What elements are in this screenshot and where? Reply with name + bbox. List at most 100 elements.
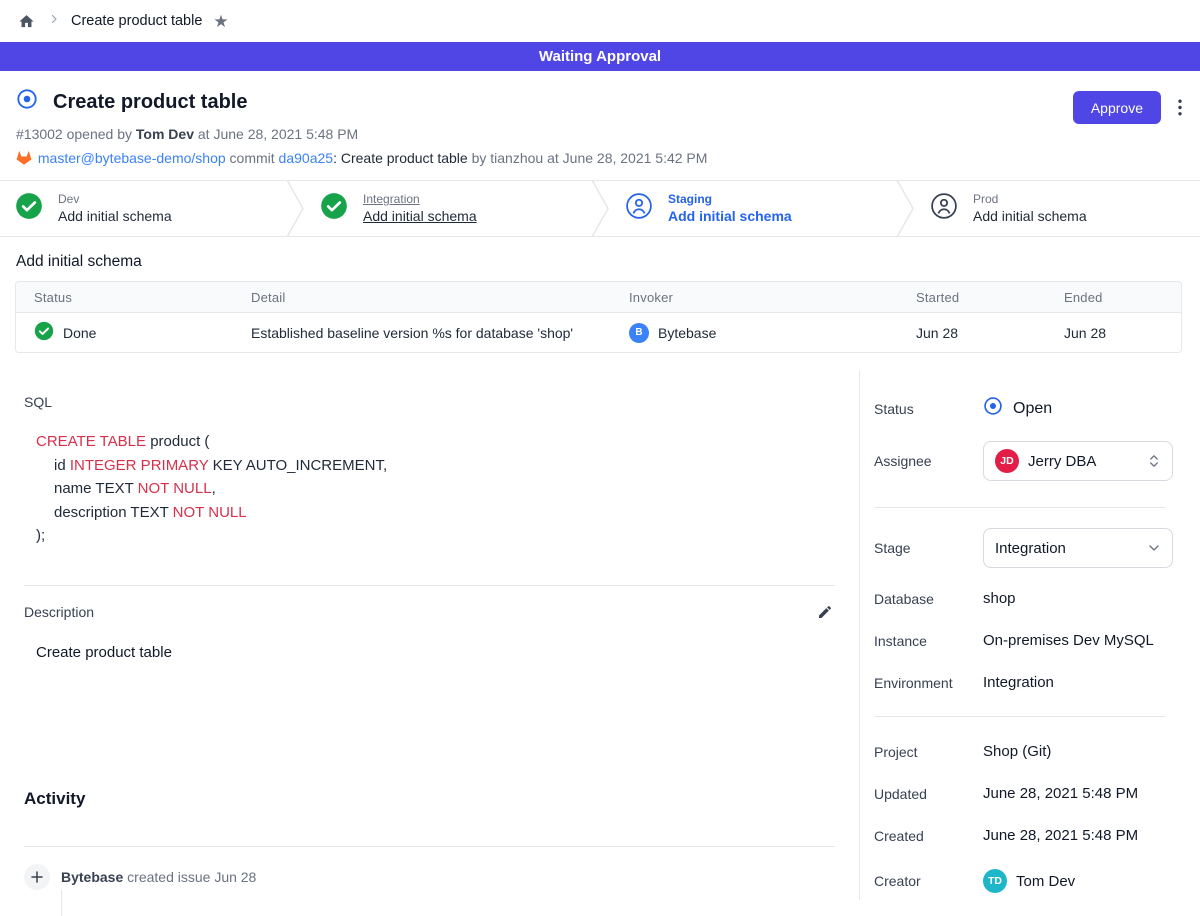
issue-meta: #13002 opened by Tom Dev at June 28, 202… [16,126,1184,142]
commit-colon: : [333,150,337,166]
status-value: Open [983,396,1052,421]
task-invoker-cell: B Bytebase [611,323,898,343]
assignee-name: Jerry DBA [1028,453,1096,470]
sql-token: KEY AUTO_INCREMENT, [208,457,387,474]
project-value: Shop (Git) [983,743,1051,760]
activity-timeline-line [61,890,62,916]
database-value: shop [983,590,1016,607]
check-circle-icon [320,192,348,225]
table-row[interactable]: Done Established baseline version %s for… [16,313,1181,352]
stage-env-label: Integration [363,192,477,206]
gitlab-icon [16,150,32,166]
project-label: Project [874,744,983,760]
commit-hash-link[interactable]: da90a25 [279,150,334,166]
home-icon[interactable] [16,11,37,32]
approve-button[interactable]: Approve [1073,91,1161,124]
sql-line: CREATE TABLE product ( [36,430,835,454]
column-header-ended: Ended [1046,290,1181,305]
description-section-label: Description [24,604,94,620]
creator-avatar: TD [983,869,1007,893]
task-started-cell: Jun 28 [898,325,1046,341]
environment-label: Environment [874,675,983,691]
stage-env-label: Staging [668,192,792,206]
user-circle-icon [930,192,958,225]
stage-dev[interactable]: Dev Add initial schema [0,181,285,236]
status-text: Open [1013,400,1052,418]
check-circle-icon [34,321,54,344]
status-label: Status [874,401,983,417]
sql-token: NOT NULL [138,480,212,497]
activity-action: created issue Jun 28 [123,869,256,885]
app-root: Create product table ★ Waiting Approval … [0,0,1200,900]
stage-separator [285,181,305,236]
sql-code-block: CREATE TABLE product ( id INTEGER PRIMAR… [36,430,835,548]
updated-value: June 28, 2021 5:48 PM [983,785,1138,802]
plus-icon [24,864,50,890]
sql-line: description TEXT NOT NULL [36,501,835,525]
chevron-right-icon [48,12,60,30]
activity-actor: Bytebase [61,869,123,885]
task-table-header: Status Detail Invoker Started Ended [16,282,1181,313]
edit-description-button[interactable] [815,602,835,622]
sql-token: id [54,457,70,474]
assignee-select[interactable]: JD Jerry DBA [983,441,1173,481]
page-title: Create product table [53,90,247,114]
sql-token: CREATE TABLE [36,433,146,450]
stage-select[interactable]: Integration [983,528,1173,568]
created-value: June 28, 2021 5:48 PM [983,827,1138,844]
pencil-icon [817,604,833,620]
task-ended-cell: Jun 28 [1046,325,1181,341]
assignee-label: Assignee [874,453,983,469]
branch-repo-link[interactable]: master@bytebase-demo/shop [38,150,226,166]
stage-task-label: Add initial schema [58,208,172,225]
task-detail-cell: Established baseline version %s for data… [233,325,611,341]
sql-section-label: SQL [24,394,835,410]
commit-hash-group: da90a25: [279,150,337,166]
issue-id-text: #13002 opened by [16,126,136,142]
divider [24,846,835,847]
stage-separator [590,181,610,236]
issue-header: Create product table Approve #13002 open… [0,71,1200,180]
sql-token: ); [36,527,45,544]
column-header-invoker: Invoker [611,290,898,305]
issue-author: Tom Dev [136,126,194,142]
breadcrumb-current-page: Create product table [71,13,202,29]
stage-prod[interactable]: Prod Add initial schema [915,181,1200,236]
sql-line: id INTEGER PRIMARY KEY AUTO_INCREMENT, [36,454,835,478]
sql-token: INTEGER PRIMARY [70,457,209,474]
commit-byline: by tianzhou at June 28, 2021 5:42 PM [472,150,708,166]
user-circle-icon [625,192,653,225]
breadcrumb: Create product table ★ [0,0,1200,42]
activity-section-title: Activity [24,789,835,809]
stage-selected-value: Integration [995,540,1066,557]
chevron-up-down-icon [1146,453,1162,469]
description-text: Create product table [36,644,835,661]
divider [874,716,1166,717]
sql-token: product ( [146,433,209,450]
commit-message: Create product table [341,150,468,166]
task-section-title: Add initial schema [16,253,1182,271]
sql-token: name TEXT [54,480,138,497]
column-header-detail: Detail [233,290,611,305]
task-section: Add initial schema Status Detail Invoker… [0,237,1200,370]
instance-value: On-premises Dev MySQL [983,632,1154,649]
stage-staging[interactable]: Staging Add initial schema [610,181,895,236]
task-table: Status Detail Invoker Started Ended Done… [15,281,1182,353]
issue-open-status-icon [16,88,38,115]
issue-sidebar: Status Open Assignee JD Jerry DBA [859,370,1200,900]
favorite-star-icon[interactable]: ★ [213,13,228,30]
task-status-cell: Done [16,321,233,344]
stage-integration[interactable]: Integration Add initial schema [305,181,590,236]
chevron-down-icon [1146,540,1162,556]
invoker-name: Bytebase [658,325,716,341]
check-circle-icon [15,192,43,225]
assignee-avatar: JD [995,449,1019,473]
issue-detail-panel: SQL CREATE TABLE product ( id INTEGER PR… [0,370,859,900]
stage-separator [895,181,915,236]
invoker-avatar: B [629,323,649,343]
stage-task-label: Add initial schema [973,208,1087,225]
more-actions-button[interactable] [1176,95,1184,120]
database-label: Database [874,591,983,607]
approval-banner: Waiting Approval [0,42,1200,71]
issue-opened-at: at June 28, 2021 5:48 PM [194,126,358,142]
